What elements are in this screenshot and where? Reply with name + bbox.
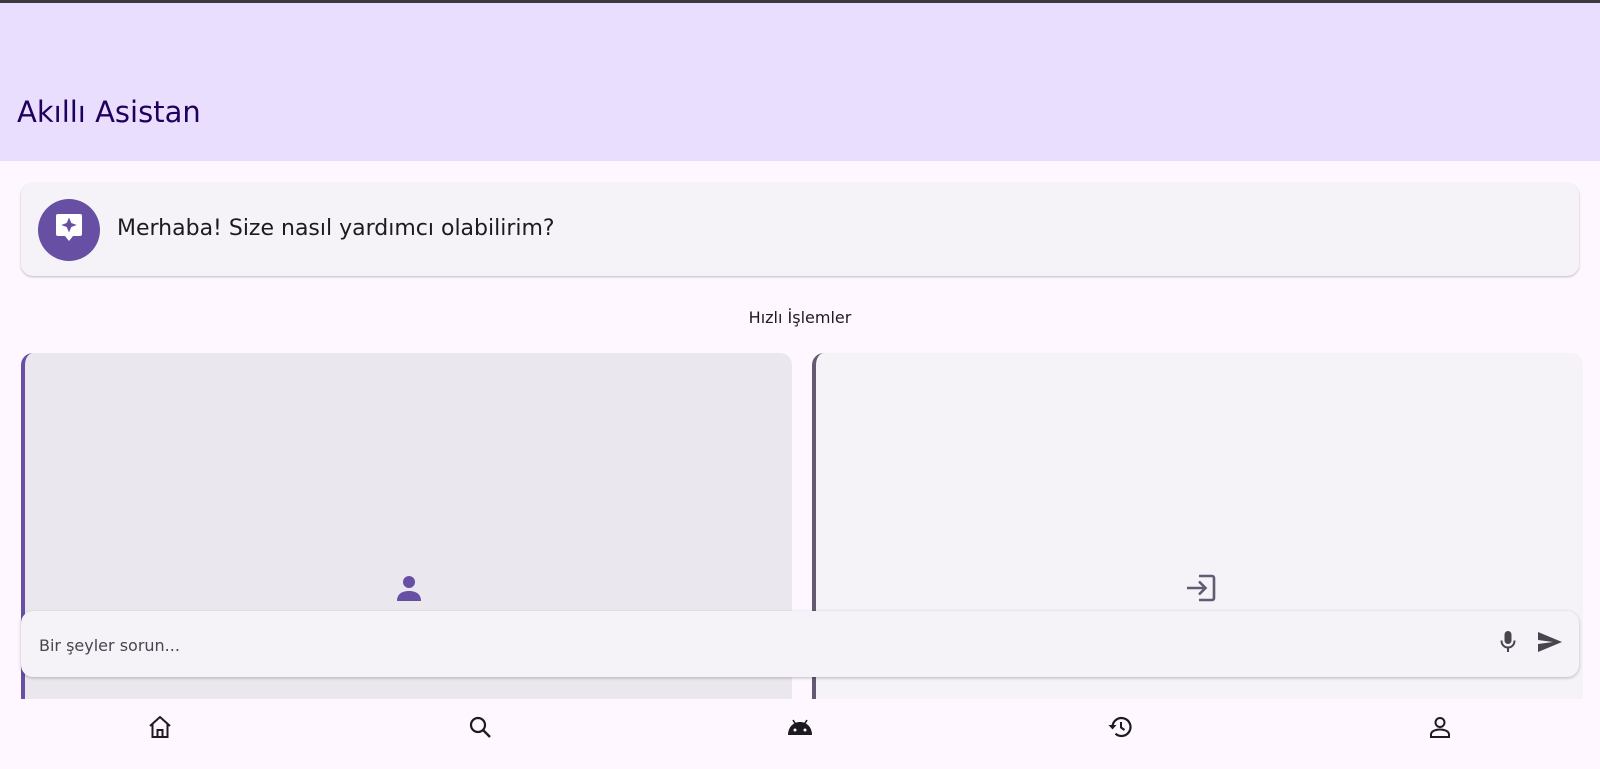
assistant-sparkle-icon [55,213,83,248]
bottom-navigation [0,699,1600,769]
quick-actions-title: Hızlı İşlemler [748,308,852,327]
nav-item-assistant[interactable] [770,713,830,745]
greeting-card: Merhaba! Size nasıl yardımcı olabilirim? [21,183,1579,276]
history-icon [1107,715,1133,744]
person-icon [394,573,424,603]
mic-icon [1500,630,1516,659]
app-title: Akıllı Asistan [17,95,201,129]
assistant-avatar [38,199,100,261]
greeting-text: Merhaba! Size nasıl yardımcı olabilirim? [117,216,555,241]
nav-item-profile[interactable] [1410,713,1470,745]
mic-button[interactable] [1494,630,1522,658]
nav-item-search[interactable] [450,713,510,745]
profile-icon [1428,715,1452,744]
send-icon [1537,631,1563,658]
login-icon [1185,573,1215,603]
home-icon [147,714,173,745]
send-button[interactable] [1535,630,1565,658]
chat-input-bar [21,611,1579,677]
app-bar: Akıllı Asistan [0,3,1600,161]
nav-item-history[interactable] [1090,713,1150,745]
nav-item-home[interactable] [130,713,190,745]
chat-input[interactable] [37,627,1421,663]
search-icon [468,715,492,744]
android-icon [787,718,813,741]
